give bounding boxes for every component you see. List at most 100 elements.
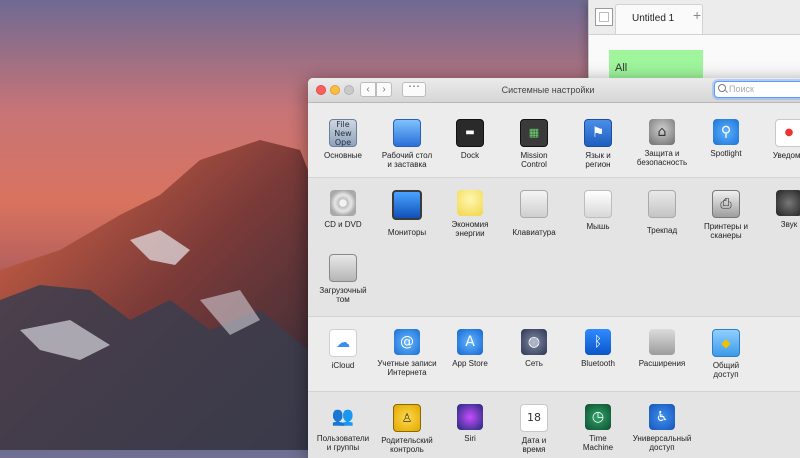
pane-dock[interactable]: ▬ Dock — [439, 119, 501, 160]
search-input[interactable]: Поиск — [714, 81, 800, 98]
pane-date-time[interactable]: 18 Дата и время — [503, 404, 565, 454]
pane-label: Общий доступ — [712, 361, 740, 379]
pane-notifications[interactable]: ● Уведомл — [758, 119, 800, 160]
app-store-icon: A — [457, 329, 483, 355]
pane-label: Dock — [460, 151, 480, 160]
magnifier-icon: ⚲ — [713, 119, 739, 145]
pane-label: Time Machine — [582, 434, 614, 452]
monitor-icon — [392, 190, 422, 220]
pane-siri[interactable]: Siri — [439, 404, 501, 443]
pane-label: Универсальный доступ — [632, 434, 692, 452]
disc-icon — [330, 190, 356, 216]
bluetooth-icon: ᛒ — [585, 329, 611, 355]
pane-label: Экономия энергии — [451, 220, 489, 238]
document-icon — [595, 8, 613, 26]
desktop-icon — [393, 119, 421, 147]
pane-label: Мониторы — [387, 228, 427, 237]
pane-label: Уведомл — [772, 151, 800, 160]
accessibility-icon: ♿ — [649, 404, 675, 430]
siri-icon — [457, 404, 483, 430]
pane-label: Основные — [324, 151, 362, 160]
tab-bar: Untitled 1 + — [589, 0, 800, 35]
pane-label: CD и DVD — [324, 220, 362, 229]
pane-startup-disk[interactable]: Загрузочный том — [312, 254, 374, 304]
pane-label: Учетные записи Интернета — [377, 359, 437, 377]
mission-control-icon: ▦ — [520, 119, 548, 147]
hardware-section: CD и DVD Мониторы Экономия энергии Клави… — [308, 178, 800, 317]
pane-label: Дата и время — [521, 436, 547, 454]
pane-label: Родительский контроль — [381, 436, 433, 454]
pane-desktop-screensaver[interactable]: Рабочий стол и заставка — [376, 119, 438, 169]
hard-drive-icon — [329, 254, 357, 282]
pane-label: Рабочий стол и заставка — [381, 151, 433, 169]
cloud-icon: ☁ — [329, 329, 357, 357]
house-lock-icon: ⌂ — [649, 119, 675, 145]
users-icon: 👥 — [331, 406, 355, 427]
personal-section: File New Ope Основные Рабочий стол и заста… — [308, 103, 800, 178]
parental-icon: ♙ — [393, 404, 421, 432]
internet-wireless-section: ☁ iCloud @ Учетные записи Интернета A Ap… — [308, 317, 800, 392]
pane-general[interactable]: File New Ope Основные — [312, 119, 374, 160]
pane-label: App Store — [452, 359, 488, 368]
pane-trackpad[interactable]: Трекпад — [631, 190, 693, 235]
tab-untitled-1[interactable]: Untitled 1 — [615, 4, 703, 34]
pane-displays[interactable]: Мониторы — [376, 190, 438, 237]
pane-label: Трекпад — [646, 226, 678, 235]
pane-printers-scanners[interactable]: ⎙ Принтеры и сканеры — [695, 190, 757, 240]
new-tab-button[interactable]: + — [693, 7, 701, 23]
pane-mission-control[interactable]: ▦ Mission Control — [503, 119, 565, 169]
highlighted-cell[interactable]: All — [609, 50, 703, 80]
search-placeholder: Поиск — [729, 84, 754, 94]
pane-accessibility[interactable]: ♿ Универсальный доступ — [631, 404, 693, 452]
pane-time-machine[interactable]: ◷ Time Machine — [567, 404, 629, 452]
pane-label: Siri — [464, 434, 476, 443]
pane-cd-dvd[interactable]: CD и DVD — [312, 190, 374, 229]
pane-label: Защита и безопасность — [636, 149, 688, 167]
shared-folder-icon: ◆ — [712, 329, 740, 357]
time-machine-icon: ◷ — [585, 404, 611, 430]
globe-icon: ◍ — [521, 329, 547, 355]
pane-language-region[interactable]: ⚑ Язык и регион — [567, 119, 629, 169]
pane-users-groups[interactable]: 👥 Пользователи и группы — [312, 404, 374, 452]
pane-label: Сеть — [525, 359, 543, 368]
lightbulb-icon — [457, 190, 483, 216]
pane-app-store[interactable]: A App Store — [439, 329, 501, 368]
pane-internet-accounts[interactable]: @ Учетные записи Интернета — [376, 329, 438, 377]
pane-label: Клавиатура — [512, 228, 556, 237]
puzzle-icon — [649, 329, 675, 355]
calendar-clock-icon: 18 — [520, 404, 548, 432]
system-section: 👥 Пользователи и группы ♙ Родительский к… — [308, 392, 800, 458]
pane-label: Мышь — [586, 222, 610, 231]
pane-icloud[interactable]: ☁ iCloud — [312, 329, 374, 370]
pane-label: iCloud — [331, 361, 355, 370]
pane-label: Принтеры и сканеры — [704, 222, 748, 240]
printer-icon: ⎙ — [712, 190, 740, 218]
pane-sound[interactable]: Звук — [758, 190, 800, 229]
pane-sharing[interactable]: ◆ Общий доступ — [695, 329, 757, 379]
pane-label: Mission Control — [520, 151, 548, 169]
pane-network[interactable]: ◍ Сеть — [503, 329, 565, 368]
pane-label: Spotlight — [710, 149, 742, 158]
pane-bluetooth[interactable]: ᛒ Bluetooth — [567, 329, 629, 368]
general-icon: File New Ope — [329, 119, 357, 147]
keyboard-icon — [520, 190, 548, 218]
title-bar: ‹ › Системные настройки Поиск — [308, 78, 800, 103]
speaker-icon — [776, 190, 800, 216]
at-sign-icon: @ — [394, 329, 420, 355]
pane-security-privacy[interactable]: ⌂ Защита и безопасность — [631, 119, 693, 167]
pane-parental-controls[interactable]: ♙ Родительский контроль — [376, 404, 438, 454]
mouse-icon — [584, 190, 612, 218]
flag-icon: ⚑ — [584, 119, 612, 147]
search-icon — [718, 84, 726, 92]
pane-label: Язык и регион — [585, 151, 611, 169]
system-preferences-window: ‹ › Системные настройки Поиск FileNewOpe… — [308, 78, 800, 458]
pane-keyboard[interactable]: Клавиатура — [503, 190, 565, 237]
dock-icon: ▬ — [456, 119, 484, 147]
pane-spotlight[interactable]: ⚲ Spotlight — [695, 119, 757, 158]
pane-label: Расширения — [638, 359, 686, 368]
pane-label: Пользователи и группы — [316, 434, 370, 452]
pane-label: Bluetooth — [581, 359, 615, 368]
pane-mouse[interactable]: Мышь — [567, 190, 629, 231]
pane-extensions[interactable]: Расширения — [631, 329, 693, 368]
pane-energy-saver[interactable]: Экономия энергии — [439, 190, 501, 238]
